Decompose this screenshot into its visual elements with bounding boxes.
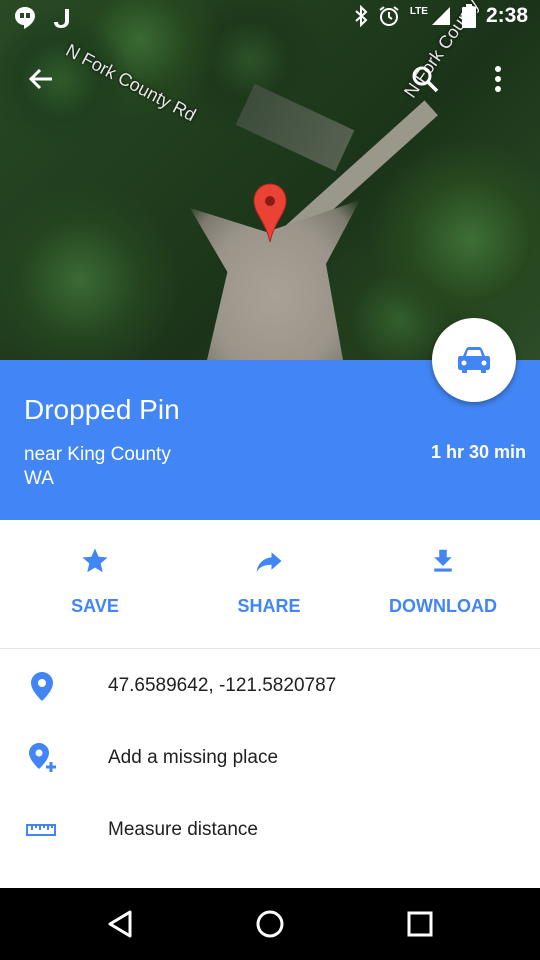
directions-button[interactable] — [432, 318, 516, 402]
home-icon[interactable] — [254, 908, 286, 940]
save-button[interactable]: SAVE — [10, 546, 180, 636]
map-view[interactable]: N Fork County Rd N Fork County — [0, 0, 540, 360]
place-subtitle: near King County — [24, 444, 171, 465]
download-button[interactable]: DOWNLOAD — [358, 546, 528, 636]
star-icon — [82, 548, 108, 573]
place-title: Dropped Pin — [24, 394, 180, 425]
dropped-pin-marker-icon[interactable] — [252, 182, 288, 244]
add-place-icon — [29, 743, 56, 772]
measure-distance-text: Measure distance — [108, 819, 258, 840]
travel-time: 1 hr 30 min — [430, 442, 526, 462]
place-subtitle: WA — [24, 468, 54, 489]
network-type: LTE — [409, 5, 428, 17]
share-button[interactable]: SHARE — [184, 546, 354, 636]
system-nav-bar — [0, 888, 540, 960]
location-pin-icon — [31, 672, 53, 701]
list-item-measure-distance[interactable]: Measure distance — [0, 794, 540, 866]
status-bar: LTE 2:38 — [0, 0, 540, 36]
hangouts-icon — [15, 7, 35, 29]
alarm-icon — [379, 6, 399, 26]
road-label: N Fork County Rd — [62, 40, 200, 126]
search-icon[interactable] — [410, 64, 440, 94]
j-app-icon — [54, 9, 69, 28]
map-road — [235, 83, 355, 172]
coordinates-text: 47.6589642, -121.5820787 — [108, 675, 337, 696]
list-item-coordinates[interactable]: 47.6589642, -121.5820787 — [0, 650, 540, 722]
recents-icon[interactable] — [404, 908, 436, 940]
battery-icon — [461, 4, 476, 28]
save-label: SAVE — [71, 596, 119, 616]
share-icon — [256, 552, 282, 573]
car-icon — [458, 347, 490, 373]
bluetooth-icon — [355, 5, 368, 27]
ruler-icon — [26, 824, 56, 836]
more-options-icon[interactable] — [488, 64, 508, 94]
download-label: DOWNLOAD — [389, 596, 497, 616]
share-label: SHARE — [237, 596, 301, 616]
back-icon[interactable] — [104, 908, 136, 940]
add-missing-place-text: Add a missing place — [108, 747, 279, 768]
clock: 2:38 — [485, 4, 528, 27]
back-arrow-icon[interactable] — [26, 64, 56, 94]
list-item-add-missing-place[interactable]: Add a missing place — [0, 722, 540, 794]
download-icon — [434, 549, 452, 572]
signal-icon — [431, 7, 450, 25]
action-bar: SAVE SHARE DOWNLOAD — [0, 520, 540, 649]
